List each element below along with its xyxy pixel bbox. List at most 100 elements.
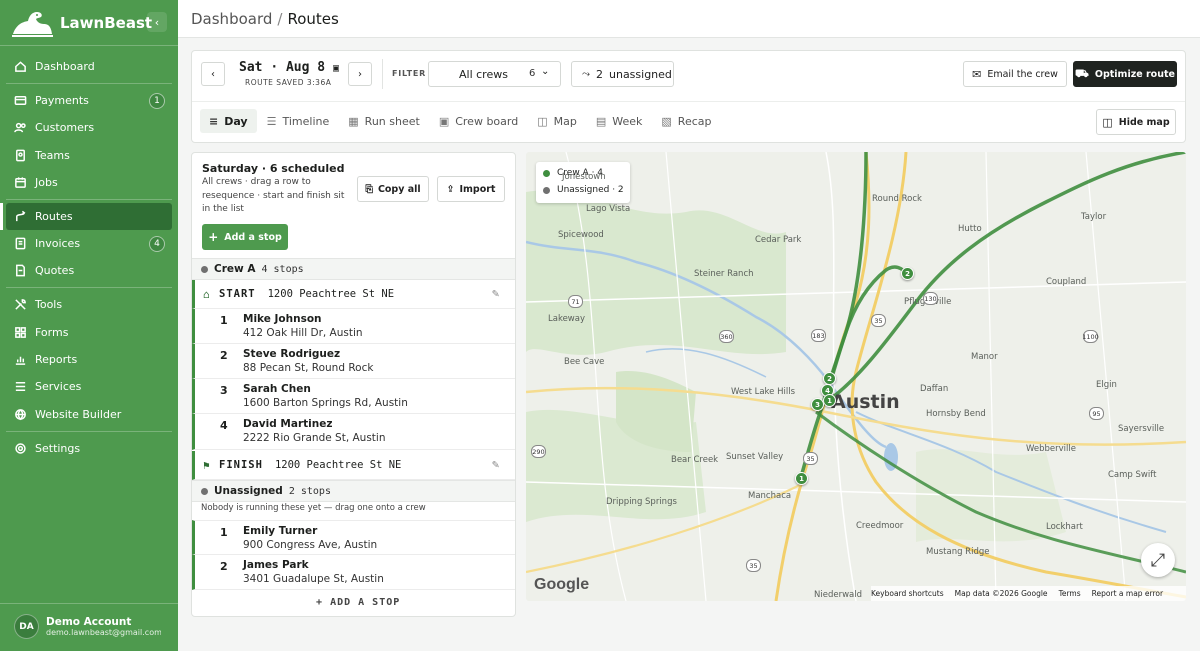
- next-day-button[interactable]: ›: [348, 62, 372, 86]
- map-place-label: Lakeway: [548, 314, 585, 324]
- map-place-label: Steiner Ranch: [694, 269, 754, 279]
- divider: [0, 603, 178, 604]
- invoice-icon: [13, 237, 27, 251]
- add-stop-button[interactable]: + Add a stop: [202, 224, 288, 250]
- sidebar-item-quotes[interactable]: Quotes: [6, 257, 172, 284]
- home-icon: ⌂: [203, 288, 210, 301]
- map-place-label: Niederwald: [814, 590, 862, 600]
- terms-link[interactable]: Terms: [1059, 589, 1081, 598]
- previous-day-button[interactable]: ‹: [201, 62, 225, 86]
- keyboard-shortcuts-link[interactable]: Keyboard shortcuts: [871, 589, 944, 598]
- google-logo: Google: [534, 576, 590, 593]
- breadcrumb-separator: /: [277, 10, 283, 28]
- breadcrumb-parent[interactable]: Dashboard: [191, 10, 272, 28]
- unassigned-button[interactable]: ⤳ 2 unassigned: [571, 61, 674, 87]
- map-place-label: Coupland: [1046, 277, 1087, 287]
- account-email: demo.lawnbeast@gmail.com: [46, 628, 161, 637]
- route-stop-marker[interactable]: 2: [823, 372, 836, 385]
- list-item[interactable]: 2 James Park 3401 Guadalupe St, Austin: [192, 555, 515, 590]
- copy-all-button[interactable]: ⎘ Copy all: [357, 176, 429, 202]
- hide-map-button[interactable]: ◫ Hide map: [1096, 109, 1176, 135]
- map-place-label: Webberville: [1026, 444, 1076, 454]
- route-map[interactable]: Crew A · 4 Unassigned · 2 Round Rock Spi…: [526, 152, 1186, 601]
- sidebar-item-services[interactable]: Services: [6, 373, 172, 400]
- list-item[interactable]: 1 Emily Turner 900 Congress Ave, Austin: [192, 520, 515, 555]
- sidebar-item-tools[interactable]: Tools: [6, 291, 172, 318]
- route-icon: [13, 209, 27, 223]
- crew-color-dot: [201, 265, 208, 273]
- map-attribution: Keyboard shortcuts Map data ©2026 Google…: [871, 586, 1186, 601]
- unassigned-group-header[interactable]: Unassigned 2 stops: [192, 480, 515, 502]
- gear-icon: [13, 441, 27, 455]
- sidebar-item-customers[interactable]: Customers: [6, 114, 172, 141]
- map-city-label: Austin: [831, 391, 900, 413]
- sidebar-item-website-builder[interactable]: Website Builder: [6, 401, 172, 428]
- sidebar-item-label: Invoices: [35, 237, 81, 251]
- sidebar-item-settings[interactable]: Settings: [6, 435, 172, 462]
- tools-icon: [13, 298, 27, 312]
- divider: [6, 430, 172, 432]
- add-stop-footer-button[interactable]: + ADD A STOP: [316, 597, 400, 608]
- map-icon: ◫: [537, 114, 548, 128]
- import-button[interactable]: ⇪ Import: [437, 176, 505, 202]
- sidebar-item-forms[interactable]: Forms: [6, 319, 172, 346]
- fullscreen-button[interactable]: ⤢: [1141, 543, 1175, 577]
- sidebar-item-payments[interactable]: Payments 1: [6, 87, 172, 114]
- optimize-route-button[interactable]: ⛟ Optimize route: [1073, 61, 1177, 87]
- route-stop-marker[interactable]: 3: [811, 398, 824, 411]
- legend-dot: [543, 186, 550, 194]
- stops-list-panel: Saturday · 6 scheduled All crews · drag …: [191, 152, 516, 617]
- list-title: Saturday · 6 scheduled: [202, 162, 345, 175]
- highway-shield: 71: [568, 295, 583, 308]
- map-place-label: Camp Swift: [1108, 470, 1157, 480]
- tab-crew-board[interactable]: ▣ Crew board: [430, 109, 527, 133]
- sidebar-item-dashboard[interactable]: Dashboard: [6, 53, 172, 80]
- tab-map[interactable]: ◫ Map: [528, 109, 586, 133]
- import-icon: ⇪: [446, 183, 455, 195]
- sidebar-item-label: Services: [35, 380, 82, 394]
- sidebar-item-teams[interactable]: Teams: [6, 142, 172, 169]
- list-item[interactable]: 2 Steve Rodriguez 88 Pecan St, Round Rock: [192, 344, 515, 379]
- map-place-label: Dripping Springs: [606, 497, 677, 507]
- sidebar-item-reports[interactable]: Reports: [6, 346, 172, 373]
- collapse-sidebar-button[interactable]: ‹: [147, 12, 167, 32]
- divider: [6, 287, 172, 289]
- calendar-icon[interactable]: ▣: [333, 63, 339, 74]
- legend-dot: [543, 169, 550, 177]
- sidebar-item-jobs[interactable]: Jobs: [6, 169, 172, 196]
- tab-day[interactable]: ≡ Day: [200, 109, 257, 133]
- crew-group-header[interactable]: Crew A4 stops: [192, 258, 515, 280]
- account-menu[interactable]: DA Demo Account demo.lawnbeast@gmail.com: [14, 614, 161, 639]
- route-stop-marker[interactable]: 1: [823, 394, 836, 407]
- map-place-label: Creedmoor: [856, 521, 904, 531]
- tab-run-sheet[interactable]: ▦ Run sheet: [339, 109, 429, 133]
- tab-recap[interactable]: ▧ Recap: [652, 109, 720, 133]
- sidebar-item-routes[interactable]: Routes: [0, 202, 172, 230]
- highway-shield: 35: [746, 559, 761, 572]
- edit-icon[interactable]: ✎: [492, 286, 499, 300]
- sidebar-item-label: Reports: [35, 353, 78, 367]
- tab-week[interactable]: ▤ Week: [587, 109, 652, 133]
- page-title: Routes: [287, 10, 339, 28]
- route-start-row[interactable]: ⌂ START 1200 Peachtree St NE ✎: [192, 280, 515, 309]
- clipboard-icon: ⎘: [365, 183, 373, 195]
- email-crew-button[interactable]: ✉ Email the crew: [963, 61, 1067, 87]
- report-map-error-link[interactable]: Report a map error: [1092, 589, 1163, 598]
- plus-icon: +: [208, 230, 219, 244]
- divider: [6, 83, 172, 84]
- list-item[interactable]: 4 David Martinez 2222 Rio Grande St, Austi…: [192, 414, 515, 450]
- route-stop-marker[interactable]: 1: [795, 472, 808, 485]
- list-item[interactable]: 1 Mike Johnson 412 Oak Hill Dr, Austin: [192, 309, 515, 344]
- tab-timeline[interactable]: ☰ Timeline: [258, 109, 339, 133]
- route-stop-marker[interactable]: 2: [901, 267, 914, 280]
- brand[interactable]: LawnBeast: [10, 6, 170, 40]
- card-icon: [13, 94, 27, 108]
- chart-icon: [13, 353, 27, 367]
- chevron-down-icon: ⌄: [541, 66, 550, 77]
- date-display[interactable]: Sat · Aug 8 ▣: [239, 60, 339, 75]
- route-finish-row[interactable]: ⚑ FINISH 1200 Peachtree St NE ✎: [192, 451, 515, 480]
- sidebar-item-invoices[interactable]: Invoices 4: [6, 230, 172, 257]
- edit-icon[interactable]: ✎: [492, 457, 499, 471]
- list-item[interactable]: 3 Sarah Chen 1600 Barton Springs Rd, Austi…: [192, 379, 515, 414]
- crew-filter-select[interactable]: All crews 6 ⌄: [428, 61, 561, 87]
